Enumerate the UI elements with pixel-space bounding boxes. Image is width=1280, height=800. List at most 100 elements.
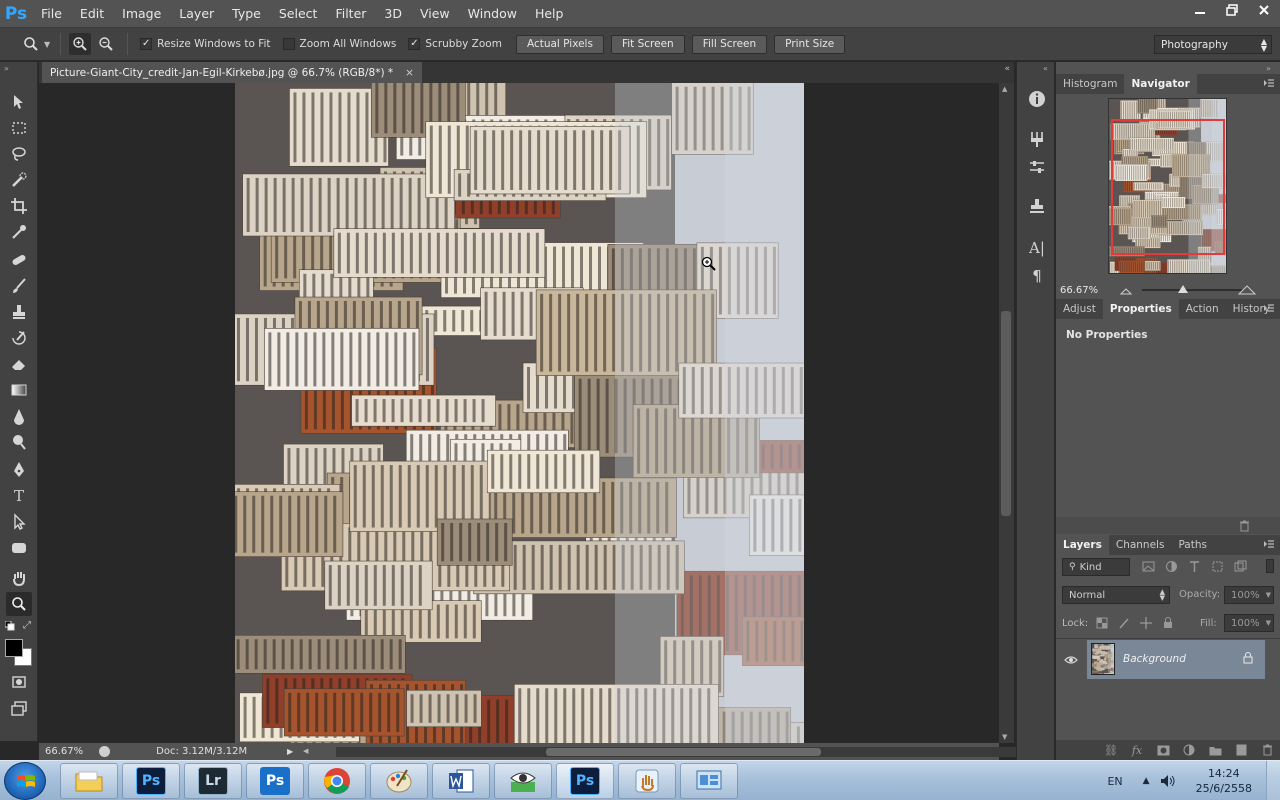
menu-image[interactable]: Image [113,0,170,28]
screen-mode-icon[interactable] [6,696,32,720]
zoom-all-windows-checkbox[interactable]: Zoom All Windows [282,38,396,50]
tab-layers[interactable]: Layers [1056,535,1109,555]
panel-menu-icon[interactable] [1264,303,1274,313]
horizontal-scrollbar[interactable]: ◀ ▶ [303,747,1032,757]
taskbar-explorer-button[interactable] [60,763,118,799]
type-layer-filter-icon[interactable] [1188,560,1201,573]
foreground-color-swatch[interactable] [5,639,23,657]
navigator-view-rectangle[interactable] [1111,119,1225,255]
blend-mode-select[interactable]: Normal ▲ ▼ [1062,586,1170,604]
taskbar-viewer-button[interactable] [494,763,552,799]
system-clock[interactable]: 14:24 25/6/2558 [1196,766,1252,796]
paragraph-icon[interactable]: ¶ [1026,265,1048,287]
close-icon[interactable] [1248,0,1280,20]
layer-selected-highlight[interactable]: Background [1087,640,1265,679]
taskbar-paint-button[interactable] [370,763,428,799]
restore-icon[interactable] [1216,0,1248,20]
menu-edit[interactable]: Edit [71,0,113,28]
start-button[interactable] [4,762,46,800]
menu-help[interactable]: Help [526,0,573,28]
lasso-tool-icon[interactable] [6,142,32,166]
path-selection-tool-icon[interactable] [6,510,32,534]
layer-filter-toggle[interactable] [1266,559,1274,573]
tab-navigator[interactable]: Navigator [1124,74,1197,94]
pixel-layer-filter-icon[interactable] [1142,560,1155,573]
gradient-tool-icon[interactable] [6,378,32,402]
tab-properties[interactable]: Properties [1102,299,1179,319]
menu-3d[interactable]: 3D [375,0,411,28]
hand-tool-icon[interactable] [6,566,32,590]
canvas-area[interactable] [39,83,999,743]
default-colors-icon[interactable] [4,620,15,634]
expand-panels-icon[interactable]: « [1043,64,1048,73]
dodge-tool-icon[interactable] [6,430,32,454]
quick-selection-tool-icon[interactable] [6,168,32,192]
document-tab[interactable]: Picture-Giant-City_credit-Jan-Egil-Kirke… [42,62,422,83]
print-size-button[interactable]: Print Size [774,34,846,54]
zoom-out-icon[interactable] [95,33,117,55]
tab-histogram[interactable]: Histogram [1056,74,1124,94]
zoom-level-readout[interactable]: 66.67% [45,746,83,757]
zoom-tool-icon[interactable] [6,592,32,616]
adjustments-icon[interactable] [1026,156,1048,178]
eyedropper-tool-icon[interactable] [6,220,32,244]
zoom-in-mountain-icon[interactable] [1238,283,1256,295]
history-brush-tool-icon[interactable] [6,326,32,350]
lock-transparent-pixels-icon[interactable] [1096,617,1108,629]
new-adjustment-layer-icon[interactable] [1176,744,1202,756]
smart-object-filter-icon[interactable] [1234,560,1247,573]
delete-layer-trash-icon[interactable] [1254,744,1280,756]
lock-image-pixels-icon[interactable] [1118,617,1130,629]
opacity-field[interactable]: 100% ▼ [1224,586,1274,604]
taskbar-lightroom-button[interactable]: Lr [184,763,242,799]
marquee-tool-icon[interactable] [6,116,32,140]
menu-view[interactable]: View [411,0,459,28]
layer-name[interactable]: Background [1123,653,1186,665]
show-desktop-button[interactable] [1266,761,1280,800]
taskbar-chrome-button[interactable] [308,763,366,799]
quick-mask-icon[interactable] [6,670,32,694]
status-info-icon[interactable] [99,746,111,757]
trash-icon[interactable] [1239,520,1250,532]
fit-screen-button[interactable]: Fit Screen [610,34,685,54]
collapse-panels-icon[interactable]: » [1266,64,1271,73]
scroll-left-icon[interactable]: ◀ [303,747,308,755]
crop-tool-icon[interactable] [6,194,32,218]
link-layers-icon[interactable]: ⛓ [1098,744,1124,757]
new-group-folder-icon[interactable] [1202,745,1228,756]
menu-select[interactable]: Select [270,0,327,28]
swap-colors-icon[interactable]: ⤢ [23,620,31,631]
shape-layer-filter-icon[interactable] [1211,560,1224,573]
visibility-eye-icon[interactable] [1056,655,1086,665]
menu-window[interactable]: Window [459,0,526,28]
zoom-slider-thumb-icon[interactable] [1178,285,1188,293]
type-tool-icon[interactable]: T [6,484,32,508]
scroll-down-icon[interactable]: ▼ [1002,733,1007,741]
tab-adjustments[interactable]: Adjust [1056,299,1103,319]
scrubby-zoom-checkbox[interactable]: ✓ Scrubby Zoom [408,38,502,50]
zoom-tool-icon[interactable] [20,33,42,55]
layer-row-background[interactable]: Background [1056,640,1280,680]
taskbar-photoshop-active-button[interactable]: Ps [556,763,614,799]
actual-pixels-button[interactable]: Actual Pixels [515,34,604,54]
horizontal-scroll-thumb[interactable] [546,748,821,756]
blur-tool-icon[interactable] [6,404,32,428]
zoom-in-icon[interactable] [69,33,92,55]
eraser-tool-icon[interactable] [6,352,32,376]
vertical-scroll-thumb[interactable] [1001,311,1011,516]
tool-preset-chevron-icon[interactable]: ▼ [44,40,50,49]
volume-icon[interactable] [1160,774,1176,788]
navigator-zoom-readout[interactable]: 66.67% [1060,285,1098,296]
menu-filter[interactable]: Filter [326,0,375,28]
brush-tool-icon[interactable] [6,274,32,298]
workspace-select[interactable]: Photography ▲ ▼ [1154,35,1272,54]
panel-menu-icon[interactable] [1264,78,1274,88]
navigator-thumbnail[interactable] [1108,98,1227,274]
tab-actions[interactable]: Action [1179,299,1226,319]
new-layer-icon[interactable] [1228,744,1254,756]
minimize-icon[interactable] [1184,0,1216,20]
language-indicator[interactable]: EN [1107,775,1122,788]
collapse-arrows-icon[interactable]: » [4,64,9,73]
clone-stamp-tool-icon[interactable] [6,300,32,324]
rectangle-tool-icon[interactable] [6,536,32,560]
